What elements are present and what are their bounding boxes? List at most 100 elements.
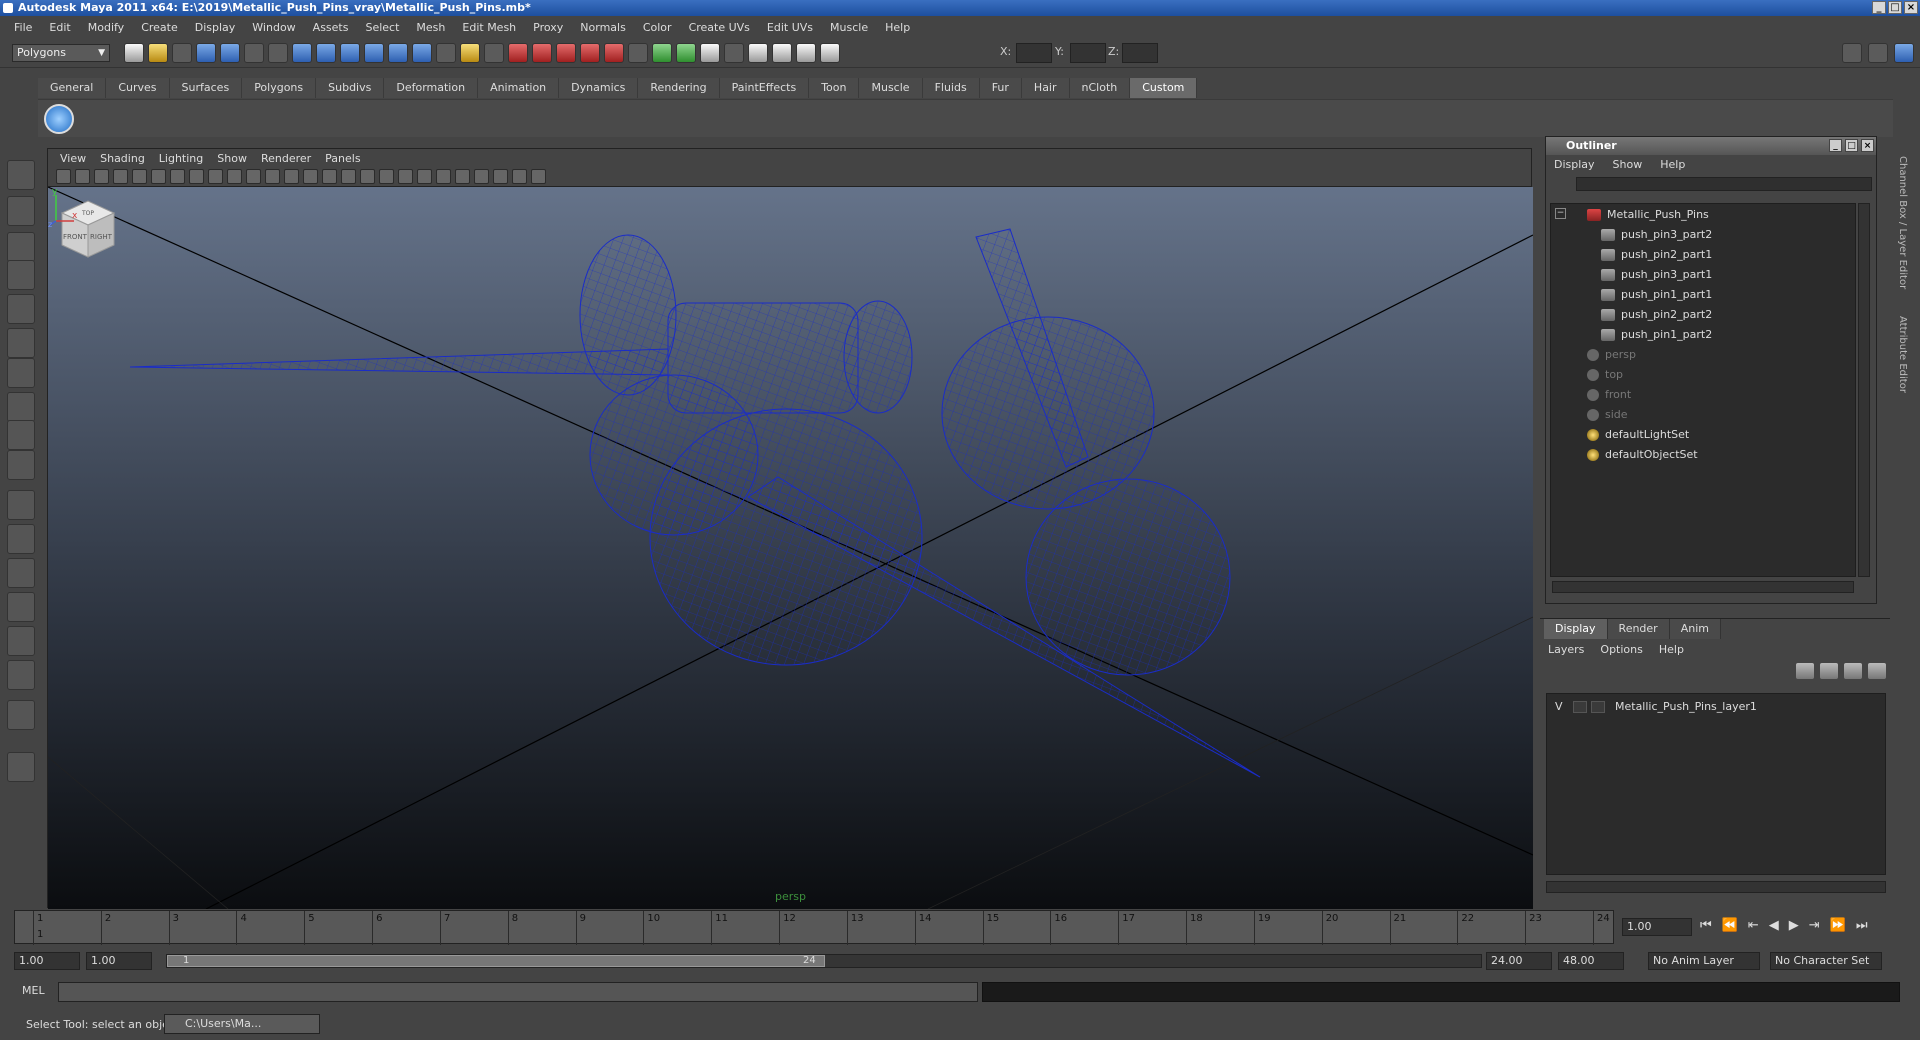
- outliner-item-side[interactable]: side: [1587, 406, 1628, 424]
- hypershade-layout-icon[interactable]: [7, 626, 35, 656]
- menu-mesh[interactable]: Mesh: [408, 21, 454, 34]
- outliner-filter-input[interactable]: [1576, 177, 1872, 191]
- panel-tool-icon[interactable]: [322, 169, 337, 184]
- range-slider[interactable]: 1 24: [166, 954, 1482, 968]
- menu-edit-mesh[interactable]: Edit Mesh: [454, 21, 525, 34]
- channel-box-icon[interactable]: [1868, 43, 1888, 63]
- status-tool-icon[interactable]: [580, 43, 600, 63]
- panel-tool-icon[interactable]: [398, 169, 413, 184]
- status-tool-icon[interactable]: [292, 43, 312, 63]
- shelf-tab-animation[interactable]: Animation: [478, 78, 560, 98]
- layer-hscrollbar[interactable]: [1546, 881, 1886, 893]
- panel-tool-icon[interactable]: [531, 169, 546, 184]
- x-field[interactable]: [1016, 43, 1052, 63]
- panel-menu-view[interactable]: View: [54, 152, 94, 165]
- sculpt-icon[interactable]: [7, 752, 35, 782]
- push-pin-1[interactable]: [129, 234, 913, 414]
- layout-options-icon[interactable]: [7, 700, 35, 730]
- panel-menu-show[interactable]: Show: [211, 152, 255, 165]
- outliner-vscrollbar[interactable]: [1858, 203, 1870, 577]
- outliner-hscrollbar[interactable]: [1552, 581, 1854, 593]
- channel-box-tab[interactable]: Channel Box / Layer Editor: [1897, 156, 1908, 289]
- status-tool-icon[interactable]: [364, 43, 384, 63]
- layer-tab-anim[interactable]: Anim: [1669, 619, 1721, 639]
- rotate-tool-icon[interactable]: [7, 294, 35, 324]
- anim-layer-select[interactable]: No Anim Layer: [1648, 952, 1760, 970]
- paint-select-tool-icon[interactable]: [7, 232, 35, 262]
- status-tool-icon[interactable]: [148, 43, 168, 63]
- playback-start-field[interactable]: 1.00: [86, 952, 152, 970]
- time-slider[interactable]: 1 2 3 4 5 6 7 8 9 10 11 12 13 14 15 16 17 18 19 20 21 22 23 24 1: [14, 910, 1614, 945]
- panel-tool-icon[interactable]: [455, 169, 470, 184]
- show-manipulator-icon[interactable]: [7, 420, 35, 450]
- status-tool-icon[interactable]: [412, 43, 432, 63]
- status-tool-icon[interactable]: [340, 43, 360, 63]
- status-tool-icon[interactable]: [124, 43, 144, 63]
- status-tool-icon[interactable]: [628, 43, 648, 63]
- outliner-item-push-pin3-part2[interactable]: push_pin3_part2: [1601, 226, 1712, 244]
- animation-end-field[interactable]: 48.00: [1558, 952, 1624, 970]
- menu-normals[interactable]: Normals: [572, 21, 635, 34]
- shelf-tab-general[interactable]: General: [38, 78, 107, 98]
- minimized-window-item[interactable]: C:\Users\Ma...: [164, 1014, 320, 1034]
- panel-tool-icon[interactable]: [208, 169, 223, 184]
- status-tool-icon[interactable]: [700, 43, 720, 63]
- shelf-tab-subdivs[interactable]: Subdivs: [316, 78, 385, 98]
- menu-proxy[interactable]: Proxy: [525, 21, 572, 34]
- status-tool-icon[interactable]: [748, 43, 768, 63]
- menu-edit-uvs[interactable]: Edit UVs: [759, 21, 822, 34]
- panel-tool-icon[interactable]: [246, 169, 261, 184]
- status-tool-icon[interactable]: [196, 43, 216, 63]
- attribute-editor-icon[interactable]: [1894, 43, 1914, 63]
- minimize-button[interactable]: _: [1872, 1, 1886, 14]
- panel-tool-icon[interactable]: [436, 169, 451, 184]
- panel-tool-icon[interactable]: [170, 169, 185, 184]
- panel-tool-icon[interactable]: [94, 169, 109, 184]
- play-forwards-icon[interactable]: ▶: [1789, 918, 1799, 933]
- menu-edit[interactable]: Edit: [41, 21, 79, 34]
- panel-tool-icon[interactable]: [56, 169, 71, 184]
- go-to-start-icon[interactable]: ⏮: [1700, 918, 1712, 933]
- new-layer-selected-icon[interactable]: [1868, 663, 1886, 679]
- panel-tool-icon[interactable]: [189, 169, 204, 184]
- shelf-tab-dynamics[interactable]: Dynamics: [559, 78, 639, 98]
- status-tool-icon[interactable]: [676, 43, 696, 63]
- animation-start-field[interactable]: 1.00: [14, 952, 80, 970]
- panel-tool-icon[interactable]: [360, 169, 375, 184]
- last-tool-icon[interactable]: [7, 450, 35, 480]
- move-layer-down-icon[interactable]: [1820, 663, 1838, 679]
- menu-window[interactable]: Window: [244, 21, 304, 34]
- step-forward-key-icon[interactable]: ⏩: [1830, 918, 1846, 933]
- panel-tool-icon[interactable]: [417, 169, 432, 184]
- go-to-end-icon[interactable]: ⏭: [1856, 918, 1868, 933]
- outliner-menu-show[interactable]: Show: [1613, 158, 1661, 171]
- status-tool-icon[interactable]: [220, 43, 240, 63]
- outliner-menu-help[interactable]: Help: [1660, 158, 1703, 171]
- menu-set-select[interactable]: Polygons ▼: [12, 44, 110, 62]
- status-tool-icon[interactable]: [484, 43, 504, 63]
- shelf-tab-ncloth[interactable]: nCloth: [1069, 78, 1131, 98]
- menu-assets[interactable]: Assets: [305, 21, 358, 34]
- close-button[interactable]: ×: [1904, 1, 1918, 14]
- outliner-item-metallic-push-pins[interactable]: Metallic_Push_Pins: [1587, 206, 1709, 224]
- panel-tool-icon[interactable]: [284, 169, 299, 184]
- status-tool-icon[interactable]: [268, 43, 288, 63]
- range-slider-handle[interactable]: [167, 955, 825, 967]
- status-tool-icon[interactable]: [316, 43, 336, 63]
- outliner-item-push-pin2-part1[interactable]: push_pin2_part1: [1601, 246, 1712, 264]
- status-tool-icon[interactable]: [172, 43, 192, 63]
- attribute-editor-tab[interactable]: Attribute Editor: [1897, 316, 1908, 393]
- outliner-item-push-pin2-part2[interactable]: push_pin2_part2: [1601, 306, 1712, 324]
- outliner-layout-icon[interactable]: [7, 558, 35, 588]
- shelf-tab-curves[interactable]: Curves: [106, 78, 170, 98]
- collapse-icon[interactable]: −: [1555, 208, 1566, 219]
- panel-tool-icon[interactable]: [303, 169, 318, 184]
- shelf-tab-fluids[interactable]: Fluids: [922, 78, 980, 98]
- z-field[interactable]: [1122, 43, 1158, 63]
- panel-tool-icon[interactable]: [474, 169, 489, 184]
- layer-playback-toggle[interactable]: [1573, 701, 1587, 713]
- menu-display[interactable]: Display: [187, 21, 245, 34]
- layer-color-swatch[interactable]: [1591, 701, 1605, 713]
- status-tool-icon[interactable]: [604, 43, 624, 63]
- layer-menu-help[interactable]: Help: [1659, 643, 1700, 656]
